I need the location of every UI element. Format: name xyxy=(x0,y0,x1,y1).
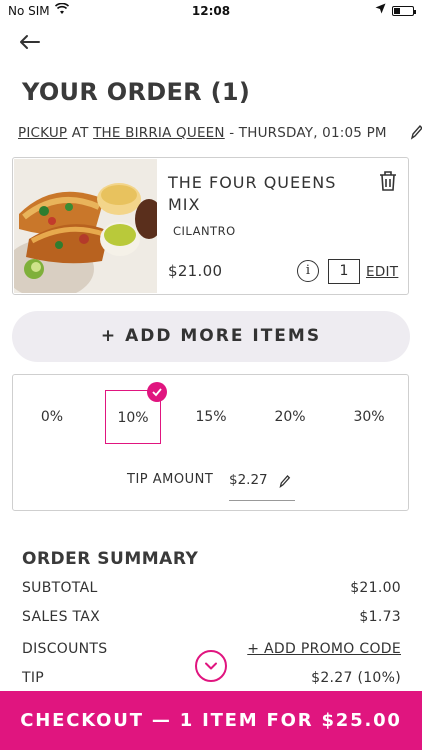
info-icon[interactable]: i xyxy=(297,260,319,282)
quantity-field[interactable]: 1 xyxy=(328,259,360,284)
summary-value: $2.27 (10%) xyxy=(311,670,401,686)
tip-option-0[interactable]: 0% xyxy=(24,390,80,444)
add-more-items-button[interactable]: + ADD MORE ITEMS xyxy=(12,311,410,362)
summary-label: SUBTOTAL xyxy=(22,580,98,596)
chevron-down-icon[interactable] xyxy=(195,650,227,682)
summary-label: DISCOUNTS xyxy=(22,641,108,657)
item-name: THE FOUR QUEENS MIX xyxy=(168,173,337,214)
location-arrow-icon xyxy=(375,3,386,17)
summary-value: $1.73 xyxy=(359,609,401,625)
edit-item-link[interactable]: EDIT xyxy=(366,264,398,280)
pencil-icon[interactable] xyxy=(410,124,422,140)
tip-amount-underline xyxy=(229,500,295,501)
tip-option-20[interactable]: 20% xyxy=(262,390,318,444)
battery-icon xyxy=(392,6,416,16)
tip-selector: 0% 10% 15% 20% 30% TIP AMOUNT $2.27 xyxy=(12,374,409,511)
cart-item-card: THE FOUR QUEENS MIX CILANTRO $21.00 i 1 … xyxy=(12,157,409,295)
pencil-icon[interactable] xyxy=(279,473,291,488)
status-bar: No SIM 12:08 xyxy=(0,0,422,22)
restaurant-link[interactable]: THE BIRRIA QUEEN xyxy=(93,125,225,141)
food-photo xyxy=(14,159,157,293)
summary-label: SALES TAX xyxy=(22,609,101,625)
tip-amount-input[interactable]: $2.27 xyxy=(229,472,268,488)
item-modifier: CILANTRO xyxy=(173,224,236,238)
tip-amount-label: TIP AMOUNT xyxy=(127,472,214,487)
tip-option-30[interactable]: 30% xyxy=(341,390,397,444)
summary-value: $21.00 xyxy=(350,580,401,596)
back-arrow-icon[interactable] xyxy=(18,30,46,54)
pickup-time-text: - THURSDAY, 01:05 PM xyxy=(229,125,387,141)
checkout-button[interactable]: CHECKOUT — 1 ITEM FOR $25.00 xyxy=(0,691,422,750)
pickup-at-text: AT xyxy=(71,125,89,141)
add-promo-code-link[interactable]: + ADD PROMO CODE xyxy=(247,641,401,657)
summary-label: TIP xyxy=(22,670,45,686)
item-price: $21.00 xyxy=(168,262,223,280)
order-summary-title: ORDER SUMMARY xyxy=(22,549,199,569)
pickup-mode-link[interactable]: PICKUP xyxy=(18,125,67,141)
clock: 12:08 xyxy=(191,4,231,18)
tip-option-15[interactable]: 15% xyxy=(183,390,239,444)
trash-icon[interactable] xyxy=(378,170,398,192)
checkmark-icon xyxy=(147,382,167,402)
pickup-details: PICKUP AT THE BIRRIA QUEEN - THURSDAY, 0… xyxy=(18,125,387,141)
page-title: YOUR ORDER (1) xyxy=(22,78,251,106)
